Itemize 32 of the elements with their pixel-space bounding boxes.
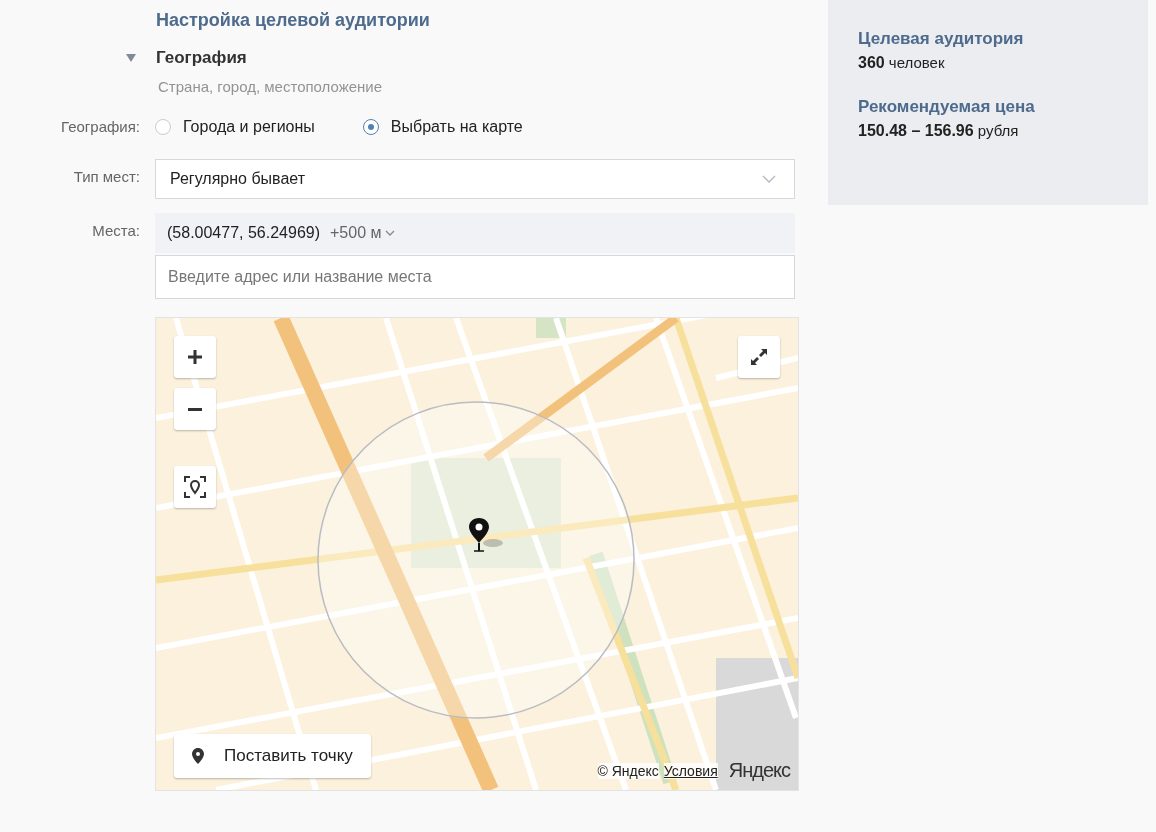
section-subtitle: Страна, город, местоположение xyxy=(158,78,384,95)
summary-value: 150.48 – 156.96 рубля xyxy=(858,121,1020,141)
address-search-field[interactable]: Введите адрес или название места xyxy=(155,255,795,299)
place-point-button[interactable]: Поставить точку xyxy=(174,734,371,778)
field-label: Тип мест: xyxy=(72,167,141,187)
field-label: Места: xyxy=(91,221,141,241)
radio-icon[interactable] xyxy=(362,119,379,135)
radio-option[interactable]: Города и регионы xyxy=(155,109,315,145)
summary-value: 360 человек xyxy=(858,53,946,73)
location-pin-icon xyxy=(192,748,204,764)
chevron-down-icon xyxy=(384,230,395,236)
location-target-icon xyxy=(183,475,207,499)
minus-icon xyxy=(188,407,202,411)
zoom-in-button[interactable] xyxy=(174,336,216,378)
place-type-dropdown[interactable]: Регулярно бывает xyxy=(155,159,795,199)
zoom-out-button[interactable] xyxy=(174,388,216,430)
section-heading: Настройка целевой аудитории xyxy=(156,9,431,32)
summary-title: Целевая аудитория xyxy=(858,28,1025,50)
field-label: География: xyxy=(60,117,141,137)
place-coordinates: (58.00477, 56.24969) xyxy=(167,224,320,242)
map-logo: Яндекс xyxy=(728,759,790,782)
radio-icon[interactable] xyxy=(155,119,171,135)
expand-icon xyxy=(749,347,769,367)
fullscreen-button[interactable] xyxy=(738,336,780,378)
chevron-down-icon xyxy=(762,175,776,183)
section-title[interactable]: География xyxy=(156,48,247,68)
plus-icon xyxy=(186,348,204,366)
radius-dropdown[interactable]: +500 м xyxy=(330,224,395,242)
radio-option[interactable]: Выбрать на карте xyxy=(362,109,523,145)
triangle-icon[interactable] xyxy=(126,54,136,62)
locate-button[interactable] xyxy=(174,466,216,508)
summary-title: Рекомендуемая цена xyxy=(858,96,1036,118)
